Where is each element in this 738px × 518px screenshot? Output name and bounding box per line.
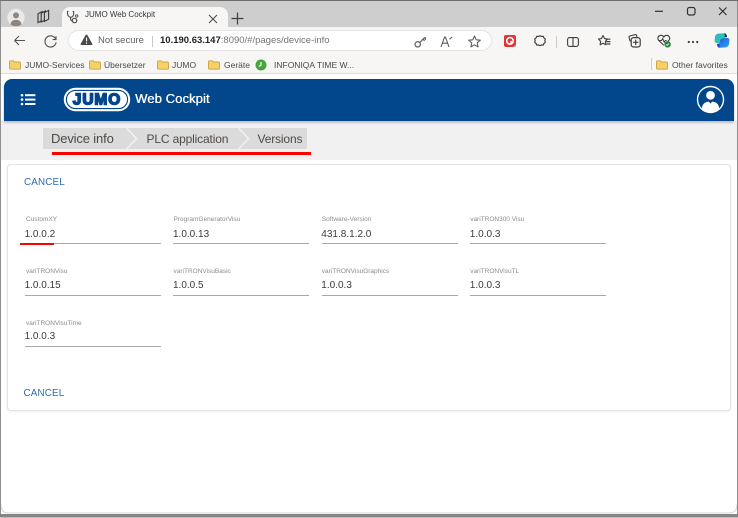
svg-text:JUMO: JUMO bbox=[73, 92, 121, 109]
